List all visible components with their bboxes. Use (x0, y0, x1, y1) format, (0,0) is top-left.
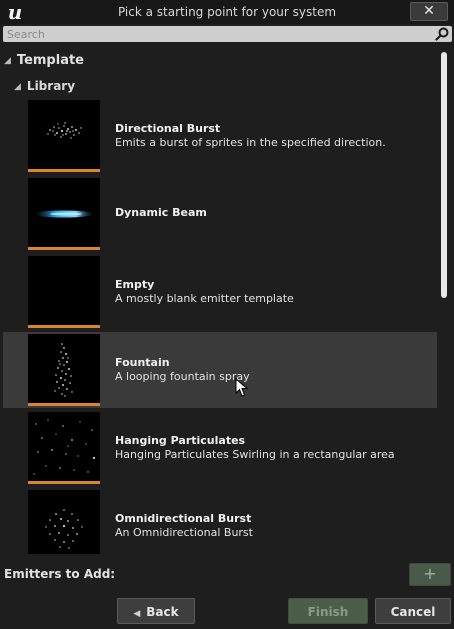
item-name: Hanging Particulates (115, 434, 246, 447)
tree-header-library[interactable]: ◢ Library (14, 79, 75, 93)
tree-header-library-label: Library (26, 79, 76, 93)
cancel-button[interactable]: Cancel (375, 598, 451, 624)
item-description: Hanging Particulates Swirling in a recta… (115, 448, 395, 461)
item-name: Empty (115, 278, 155, 291)
list-item-empty[interactable]: Empty A mostly blank emitter template (3, 254, 437, 330)
item-name: Omnidirectional Burst (115, 512, 252, 525)
hanging-particulates-thumbnail (28, 412, 100, 484)
window-title: Pick a starting point for your system (117, 5, 337, 19)
thumbnail-accent-bar (28, 481, 100, 484)
list-item-omnidirectional-burst[interactable]: Omnidirectional Burst An Omnidirectional… (3, 488, 437, 554)
back-button-label: Back (146, 605, 179, 619)
item-description: A mostly blank emitter template (115, 292, 294, 305)
thumbnail-accent-bar (28, 169, 100, 172)
add-emitter-button[interactable]: + (409, 563, 451, 586)
list-item-directional-burst[interactable]: Directional Burst Emits a burst of sprit… (3, 98, 437, 174)
omnidirectional-burst-thumbnail (28, 490, 100, 554)
expanded-triangle-icon[interactable]: ◢ (4, 56, 11, 66)
directional-burst-thumbnail (28, 100, 100, 172)
item-description: An Omnidirectional Burst (115, 526, 253, 539)
emitters-to-add-label: Emitters to Add: (4, 567, 116, 581)
tree-header-template[interactable]: ◢ Template (4, 53, 84, 68)
fountain-particles-icon (54, 343, 73, 397)
search-box (3, 26, 452, 42)
thumbnail-accent-bar (28, 247, 100, 250)
fountain-thumbnail (28, 334, 100, 406)
item-name: Directional Burst (115, 122, 221, 135)
finish-button[interactable]: Finish (288, 598, 368, 624)
dynamic-beam-thumbnail (28, 178, 100, 250)
close-button[interactable]: ✕ (410, 2, 448, 21)
tree-header-template-label: Template (16, 53, 84, 68)
item-description: A looping fountain spray (115, 370, 250, 383)
sparse-particles-icon (33, 419, 96, 475)
item-name: Fountain (115, 356, 170, 369)
search-input[interactable] (3, 26, 427, 42)
search-icon[interactable] (435, 27, 449, 41)
item-name: Dynamic Beam (115, 206, 207, 219)
title-bar: u Pick a starting point for your system … (0, 0, 454, 24)
thumbnail-accent-bar (28, 403, 100, 406)
beam-icon (34, 210, 94, 218)
particle-burst-icon (47, 122, 82, 139)
list-item-dynamic-beam[interactable]: Dynamic Beam (3, 176, 437, 252)
back-arrow-icon: ◀ (133, 609, 141, 619)
template-list: Directional Burst Emits a burst of sprit… (0, 98, 438, 554)
list-scrollbar[interactable] (441, 52, 447, 298)
list-item-fountain[interactable]: Fountain A looping fountain spray (3, 332, 437, 408)
mouse-cursor-icon (235, 378, 249, 397)
expanded-triangle-icon[interactable]: ◢ (14, 82, 21, 92)
thumbnail-accent-bar (28, 325, 100, 328)
back-button[interactable]: ◀ Back (117, 598, 195, 624)
omni-particles-icon (45, 509, 83, 549)
item-description: Emits a burst of sprites in the specifie… (115, 136, 386, 149)
empty-thumbnail (28, 256, 100, 328)
list-item-hanging-particulates[interactable]: Hanging Particulates Hanging Particulate… (3, 410, 437, 486)
